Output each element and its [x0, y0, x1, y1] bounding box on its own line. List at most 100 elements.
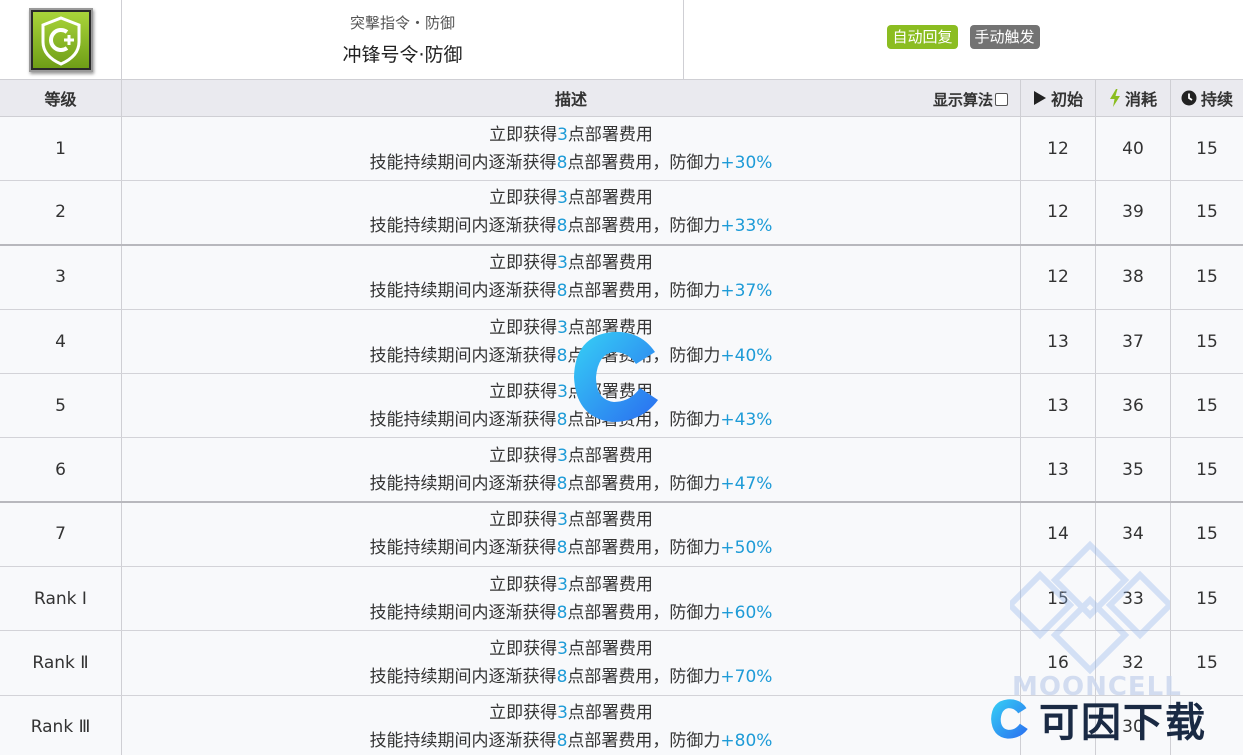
description-line-1: 立即获得3点部署费用: [489, 249, 653, 277]
brand-watermark: 可因下载: [985, 690, 1207, 748]
row-level: 4: [0, 309, 122, 374]
highlight-value: 3: [557, 639, 568, 660]
row-initial: 15: [1021, 567, 1096, 631]
column-header-duration: 持续: [1171, 80, 1243, 116]
highlight-value: +50%: [720, 538, 773, 559]
description-line-1: 立即获得3点部署费用: [489, 442, 653, 470]
row-level: 2: [0, 181, 122, 244]
row-description: 立即获得3点部署费用 技能持续期间内逐渐获得8点部署费用，防御力+43%: [122, 374, 1021, 438]
highlight-value: 3: [557, 510, 568, 531]
level-table-body: 1 立即获得3点部署费用 技能持续期间内逐渐获得8点部署费用，防御力+30% 12 40…: [0, 117, 1243, 755]
highlight-value: 8: [556, 667, 568, 688]
column-header-cost-label: 消耗: [1124, 90, 1157, 109]
description-line-1: 立即获得3点部署费用: [489, 121, 653, 149]
text: 点部署费用，防御力: [567, 409, 721, 430]
description-line-1: 立即获得3点部署费用: [489, 571, 653, 599]
show-formula-label: 显示算法: [932, 91, 993, 109]
column-header-duration-label: 持续: [1200, 90, 1233, 109]
tag-auto-recovery: 自动回复: [887, 24, 958, 49]
text: 点部署费用: [567, 639, 653, 660]
text: 点部署费用，防御力: [567, 667, 721, 688]
row-level: 3: [0, 245, 122, 309]
text: 点部署费用: [567, 381, 653, 402]
show-formula-checkbox[interactable]: [995, 93, 1008, 106]
row-duration: 15: [1196, 202, 1218, 223]
highlight-value: 8: [556, 731, 568, 752]
row-level: Rank Ⅲ: [0, 695, 122, 755]
text: 点部署费用，防御力: [567, 473, 721, 494]
text: 点部署费用，防御力: [567, 216, 721, 237]
text: 立即获得: [489, 510, 558, 531]
highlight-value: 3: [557, 445, 568, 466]
text: 点部署费用: [567, 574, 653, 595]
row-initial: 12: [1021, 245, 1096, 309]
text: 技能持续期间内逐渐获得: [369, 152, 557, 173]
text: 技能持续期间内逐渐获得: [369, 667, 557, 688]
row-initial: 13: [1021, 374, 1096, 438]
description-line-2: 技能持续期间内逐渐获得8点部署费用，防御力+70%: [370, 663, 773, 691]
text: 技能持续期间内逐渐获得: [369, 538, 557, 559]
row-level: 1: [0, 117, 122, 181]
description-line-1: 立即获得3点部署费用: [489, 378, 653, 406]
row-cost: 39: [1096, 181, 1171, 244]
text: 点部署费用，防御力: [567, 281, 721, 302]
row-description: 立即获得3点部署费用 技能持续期间内逐渐获得8点部署费用，防御力+40%: [122, 309, 1021, 374]
description-line-2: 技能持续期间内逐渐获得8点部署费用，防御力+43%: [370, 406, 773, 434]
text: 技能持续期间内逐渐获得: [369, 473, 557, 494]
description-line-2: 技能持续期间内逐渐获得8点部署费用，防御力+37%: [370, 277, 773, 305]
row-description: 立即获得3点部署费用技能持续期间内逐渐获得8点部署费用，防御力+70%: [122, 631, 1021, 695]
text: 技能持续期间内逐渐获得: [369, 216, 557, 237]
column-header-initial-label: 初始: [1050, 90, 1083, 109]
text: 技能持续期间内逐渐获得: [369, 281, 557, 302]
show-formula-toggle[interactable]: 显示算法: [933, 89, 1008, 110]
text: 点部署费用: [567, 124, 653, 145]
highlight-value: 3: [557, 574, 568, 595]
text: 点部署费用: [567, 445, 653, 466]
row-duration: 15: [1196, 459, 1218, 480]
row-description: 立即获得3点部署费用 技能持续期间内逐渐获得8点部署费用，防御力+60%: [122, 567, 1021, 631]
skill-title: 冲锋号令·防御: [342, 44, 463, 66]
table-header: 等级 描述 显示算法 初始 消耗 持续: [0, 80, 1243, 117]
highlight-value: 3: [557, 317, 568, 338]
description-line-2: 技能持续期间内逐渐获得8点部署费用，防御力+33%: [370, 212, 773, 240]
highlight-value: 8: [556, 345, 568, 366]
description-line-1: 立即获得3点部署费用: [489, 184, 653, 212]
highlight-value: 3: [557, 124, 568, 145]
row-description: 立即获得3点部署费用 技能持续期间内逐渐获得8点部署费用，防御力+47%: [122, 438, 1021, 501]
row-description: 立即获得3点部署费用 技能持续期间内逐渐获得8点部署费用，防御力+30%: [122, 117, 1021, 181]
text: 技能持续期间内逐渐获得: [369, 345, 557, 366]
text: 点部署费用，防御力: [567, 602, 721, 623]
description-line-2: 技能持续期间内逐渐获得8点部署费用，防御力+80%: [370, 727, 773, 755]
skill-header: 突撃指令・防御 冲锋号令·防御 自动回复 手动触发: [0, 0, 1243, 80]
row-cost: 38: [1096, 245, 1171, 309]
description-line-1: 立即获得3点部署费用: [489, 314, 653, 342]
table-row: Rank Ⅰ 立即获得3点部署费用 技能持续期间内逐渐获得8点部署费用，防御力+60…: [0, 567, 1243, 632]
text: 点部署费用: [567, 703, 653, 724]
row-description: 立即获得3点部署费用 技能持续期间内逐渐获得8点部署费用，防御力+50%: [122, 502, 1021, 567]
text: 立即获得: [489, 317, 558, 338]
highlight-value: 8: [556, 152, 568, 173]
description-line-2: 技能持续期间内逐渐获得8点部署费用，防御力+40%: [370, 342, 773, 370]
highlight-value: +60%: [720, 602, 773, 623]
text: 点部署费用: [567, 510, 653, 531]
row-initial: 13: [1021, 438, 1096, 501]
table-row: 1 立即获得3点部署费用 技能持续期间内逐渐获得8点部署费用，防御力+30% 12 40…: [0, 117, 1243, 182]
text: 点部署费用: [567, 317, 653, 338]
text: 点部署费用，防御力: [567, 152, 721, 173]
column-header-description-label: 描述: [554, 90, 587, 109]
text: 立即获得: [489, 639, 558, 660]
row-level: Rank Ⅱ: [0, 631, 122, 695]
text: 点部署费用，防御力: [567, 538, 721, 559]
row-duration: 15: [1196, 138, 1218, 159]
row-duration: 15: [1196, 331, 1218, 352]
description-line-2: 技能持续期间内逐渐获得8点部署费用，防御力+60%: [370, 599, 773, 627]
table-row: 5 立即获得3点部署费用 技能持续期间内逐渐获得8点部署费用，防御力+43% 13 36…: [0, 374, 1243, 439]
row-level: 6: [0, 438, 122, 501]
highlight-value: 3: [557, 381, 568, 402]
highlight-value: 3: [557, 188, 568, 209]
text: 技能持续期间内逐渐获得: [369, 409, 557, 430]
tag-manual-trigger: 手动触发: [969, 24, 1040, 49]
clock-icon: [1181, 90, 1197, 106]
row-description: 立即获得3点部署费用 技能持续期间内逐渐获得8点部署费用，防御力+37%: [122, 245, 1021, 309]
table-row: 3 立即获得3点部署费用 技能持续期间内逐渐获得8点部署费用，防御力+37% 12 38…: [0, 245, 1243, 310]
